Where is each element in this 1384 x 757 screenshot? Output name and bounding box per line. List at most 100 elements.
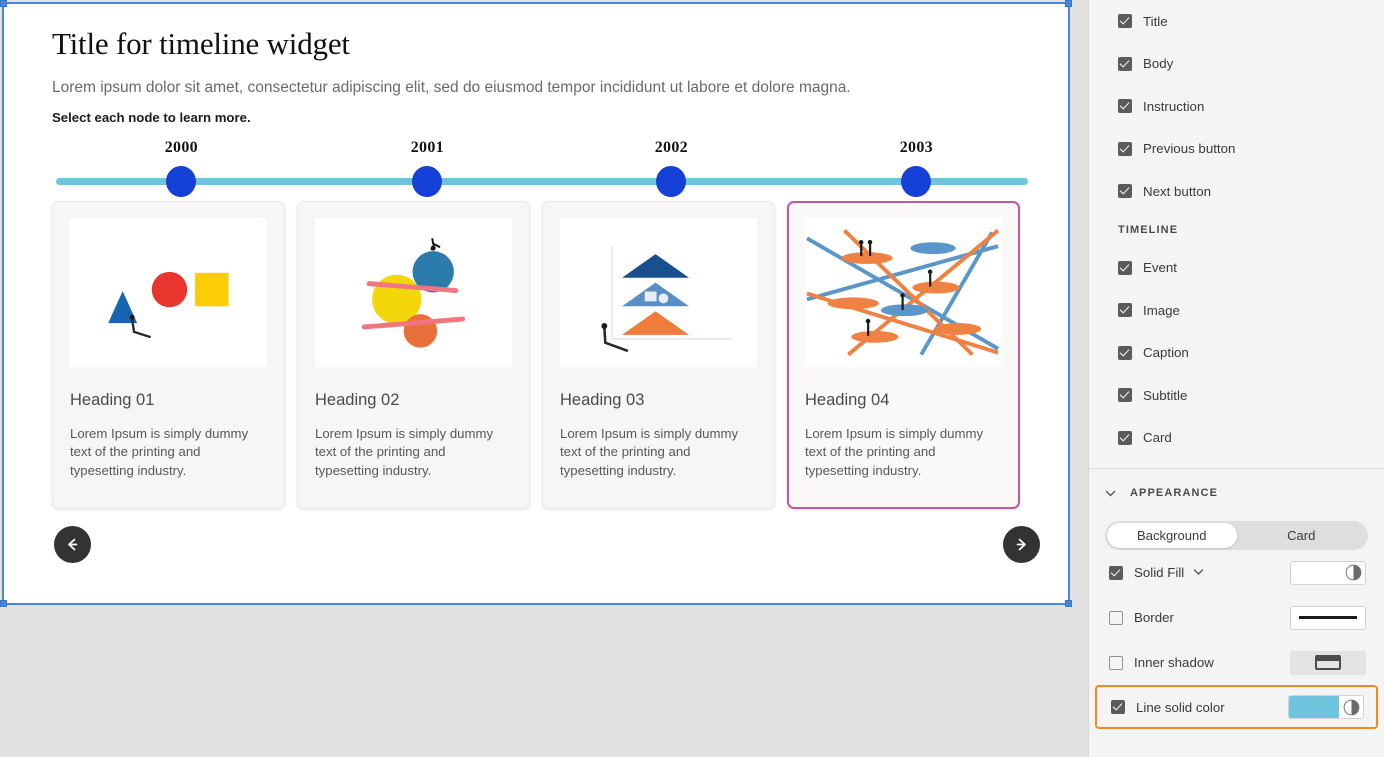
arrow-left-icon [68,538,78,550]
timeline-card[interactable]: Heading 03 Lorem Ipsum is simply dummy te… [542,200,775,509]
card-image [560,217,757,367]
timeline-node-dot[interactable] [166,165,197,197]
timeline-node-year: 2003 [899,138,933,156]
checkbox-icon[interactable] [1109,655,1123,670]
option-label: Card [1143,430,1172,446]
checkbox-icon[interactable] [1118,141,1132,156]
option-label: Image [1143,302,1180,318]
card-caption: Lorem Ipsum is simply dummy text of the … [805,425,984,479]
checkbox-icon[interactable] [1118,184,1132,199]
timeline-node-year: 2000 [164,138,198,156]
timeline-line [56,177,1028,185]
card-image [70,217,267,367]
color-swatch-line-solid-color[interactable] [1288,695,1364,719]
option-row-body[interactable]: Body [1089,43,1384,86]
timeline-node-dot[interactable] [901,165,932,197]
option-label: Body [1143,56,1174,72]
option-label: Instruction [1143,98,1205,114]
carousel-nav [52,525,1042,568]
timeline-cards: Heading 01 Lorem Ipsum is simply dummy te… [52,200,1042,509]
card-caption: Lorem Ipsum is simply dummy text of the … [315,425,494,479]
timeline-card[interactable]: Heading 01 Lorem Ipsum is simply dummy te… [52,200,285,509]
option-label: Previous button [1143,141,1236,157]
swatch-color[interactable] [1291,561,1341,584]
checkbox-icon[interactable] [1118,260,1132,275]
next-button[interactable] [1003,525,1040,563]
option-row-event[interactable]: Event [1089,247,1384,290]
arrow-right-icon [1016,538,1026,550]
appearance-row-label: Border [1134,610,1174,625]
canvas-area: Title for timeline widget Lorem ipsum do… [0,0,1088,757]
timeline-card[interactable]: Heading 02 Lorem Ipsum is simply dummy te… [297,200,530,509]
option-label: Next button [1143,183,1212,199]
option-row-title[interactable]: Title [1089,0,1384,43]
timeline-section-heading: TIMELINE [1118,223,1179,236]
card-heading: Heading 03 [560,390,645,409]
properties-panel: Title Body Instruction Previous button Next … [1088,0,1384,757]
appearance-section-header[interactable]: APPEARANCE [1089,469,1384,517]
timeline-widget[interactable]: Title for timeline widget Lorem ipsum do… [0,0,1072,607]
card-caption: Lorem Ipsum is simply dummy text of the … [70,425,249,479]
option-label: Event [1143,260,1178,276]
timeline-node-year: 2002 [654,138,688,156]
option-row-card[interactable]: Card [1089,417,1384,460]
card-image [805,217,1002,367]
chevron-down-icon[interactable] [1193,566,1204,580]
appearance-row-line-solid-color[interactable]: Line solid color [1095,685,1378,729]
option-label: Caption [1143,345,1189,361]
option-row-previous-button[interactable]: Previous button [1089,128,1384,171]
chevron-down-icon [1105,490,1116,496]
visibility-options-list: Title Body Instruction Previous button Next … [1089,0,1384,213]
card-image [315,217,512,367]
swatch-color[interactable] [1289,696,1339,718]
border-line [1299,616,1357,619]
border-style-preview[interactable] [1290,605,1366,630]
option-row-caption[interactable]: Caption [1089,332,1384,375]
option-row-next-button[interactable]: Next button [1089,170,1384,213]
previous-button[interactable] [54,525,91,563]
timeline-node-dot[interactable] [656,165,687,197]
option-label: Title [1143,13,1168,29]
card-heading: Heading 04 [805,390,890,409]
app-root: Title for timeline widget Lorem ipsum do… [0,0,1384,757]
appearance-tab-background[interactable]: Background [1107,523,1237,548]
appearance-heading-label: APPEARANCE [1130,487,1219,499]
appearance-row-label: Inner shadow [1134,655,1214,670]
timeline-node-year: 2001 [410,138,444,156]
shadow-box-icon [1315,655,1341,670]
opacity-knob-icon[interactable] [1339,696,1363,718]
card-caption: Lorem Ipsum is simply dummy text of the … [560,425,739,479]
appearance-tab-card[interactable]: Card [1237,523,1367,548]
checkbox-icon[interactable] [1118,56,1132,71]
checkbox-icon[interactable] [1118,345,1132,360]
card-heading: Heading 01 [70,390,155,409]
widget-instruction-text: Select each node to learn more. [52,109,251,125]
checkbox-icon[interactable] [1118,430,1132,445]
opacity-knob-icon[interactable] [1341,562,1365,584]
checkbox-icon[interactable] [1118,14,1132,29]
checkbox-icon[interactable] [1111,700,1125,714]
timeline-track: 2000 2001 2002 2003 [52,139,1032,199]
option-row-image[interactable]: Image [1089,289,1384,332]
timeline-node-dot[interactable] [412,165,443,197]
timeline-card-selected[interactable]: Heading 04 Lorem Ipsum is simply dummy te… [787,200,1020,509]
appearance-row-border[interactable]: Border [1089,595,1384,640]
checkbox-icon[interactable] [1109,565,1123,580]
appearance-row-inner-shadow[interactable]: Inner shadow [1089,640,1384,685]
appearance-row-solid-fill[interactable]: Solid Fill [1089,550,1384,595]
checkbox-icon[interactable] [1118,388,1132,403]
widget-body-text: Lorem ipsum dolor sit amet, consectetur … [52,78,851,96]
checkbox-icon[interactable] [1109,610,1123,625]
timeline-options-list: Event Image Caption Subtitle Card [1089,247,1384,460]
checkbox-icon[interactable] [1118,99,1132,114]
appearance-row-label: Solid Fill [1134,565,1185,580]
option-row-subtitle[interactable]: Subtitle [1089,374,1384,417]
option-row-instruction[interactable]: Instruction [1089,85,1384,128]
checkbox-icon[interactable] [1118,303,1132,318]
inner-shadow-preview[interactable] [1290,650,1366,675]
widget-title: Title for timeline widget [52,26,350,61]
appearance-tabs: Background Card [1105,521,1368,550]
widget-content: Title for timeline widget Lorem ipsum do… [4,4,1068,603]
color-swatch-solid-fill[interactable] [1290,560,1366,585]
option-label: Subtitle [1143,387,1188,403]
